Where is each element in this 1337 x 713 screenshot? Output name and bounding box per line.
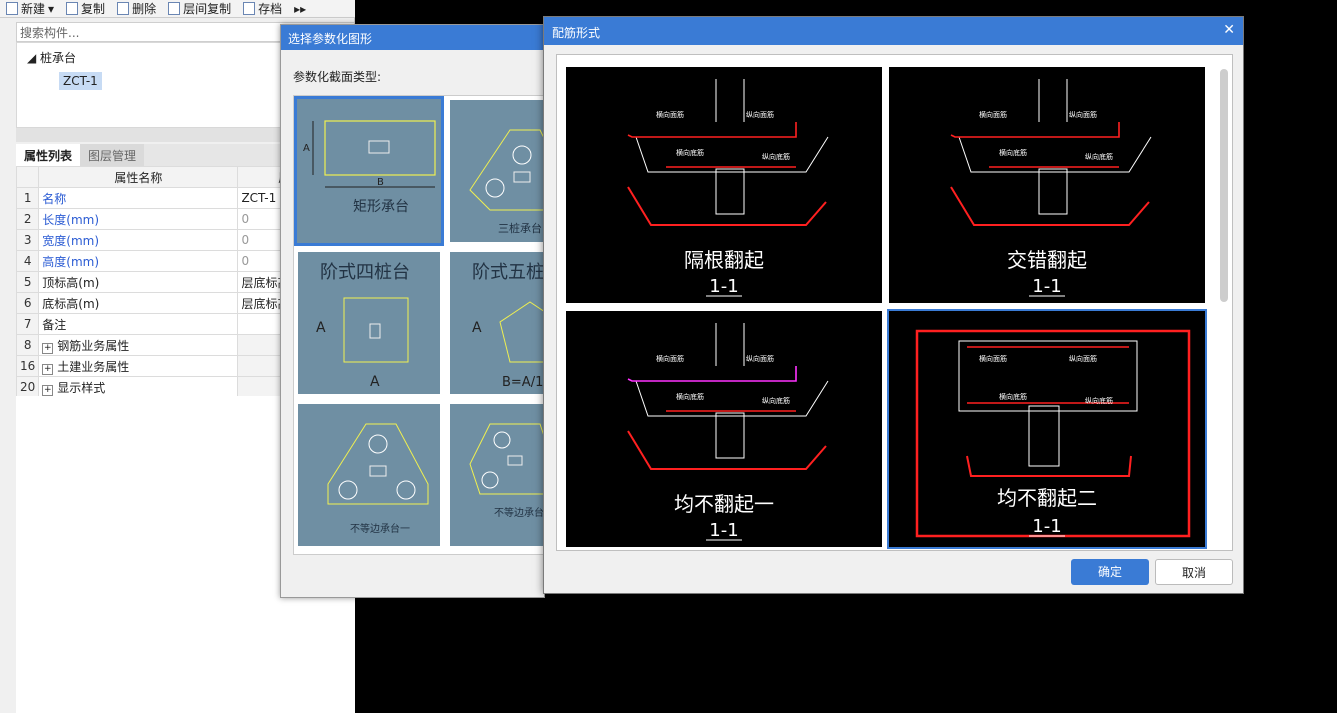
svg-text:阶式五桩台: 阶式五桩台 [472,262,546,283]
shape-uneq-one[interactable]: 不等边承台一 [294,400,444,550]
rebar-form-dialog: 配筋形式 ✕ 横向面筋 纵向面筋 横向底筋 纵向底筋 隔根翻起 1-1 横向面筋 纵向面筋 横向底… [543,16,1244,594]
cad-label: 纵向底筋 [1085,396,1113,405]
save-icon [243,2,256,15]
option-name: 均不翻起二 [997,486,1097,510]
expand-icon[interactable]: + [42,342,54,354]
option-name: 均不翻起一 [674,492,774,516]
section-label: 1-1 [709,276,738,297]
cad-label: 横向面筋 [979,354,1007,363]
delete-button[interactable]: 删除 [111,0,162,18]
cad-label: 纵向面筋 [746,110,774,119]
cad-label: 纵向底筋 [762,396,790,405]
rebar-option[interactable]: 横向面筋 纵向面筋横向底筋 纵向底筋均不翻起一 1-1 [566,311,882,547]
cad-label: 纵向面筋 [1069,110,1097,119]
cad-label: 横向面筋 [979,110,1007,119]
tab-layers[interactable]: 图层管理 [80,144,145,166]
rebar-options: 横向面筋 纵向面筋 横向底筋 纵向底筋 隔根翻起 1-1 横向面筋 纵向面筋 横向底筋 纵向底筋交… [556,54,1233,551]
svg-text:不等边承台: 不等边承台 [494,506,544,519]
section-label: 1-1 [1032,516,1061,537]
more-icon[interactable]: ▸▸ [288,0,312,18]
svg-text:B: B [377,177,384,188]
tree-root[interactable]: ◢ 桩承台 [27,49,76,66]
new-icon [6,2,18,15]
svg-text:三桩承台: 三桩承台 [498,221,542,235]
expand-icon[interactable]: + [42,384,54,396]
cad-label: 横向底筋 [676,148,704,157]
ok-button[interactable]: 确定 [1071,559,1149,585]
param-shape-dialog: 选择参数化图形 参数化截面类型: A B 矩形承台 三桩承台 阶式四桩台 A A… [280,24,546,598]
col-name: 属性名称 [38,166,239,188]
floor-copy-icon [168,2,181,15]
shape-grid: A B 矩形承台 三桩承台 阶式四桩台 A A 阶式五桩 A B=A/1 不等边… [293,95,546,555]
floor-copy-button[interactable]: 层间复制 [162,0,237,18]
cad-label: 横向底筋 [999,148,1027,157]
shape-rect[interactable]: A B 矩形承台 [294,96,444,246]
cad-label: 横向面筋 [656,354,684,363]
rebar-option[interactable]: 横向面筋 纵向面筋横向底筋 纵向底筋均不翻起二 1-1 [887,309,1207,549]
svg-text:A: A [472,320,482,336]
svg-text:阶式四桩台: 阶式四桩台 [320,262,410,283]
toolbar: 新建 ▾ 复制 删除 层间复制 存档 ▸▸ [0,0,355,18]
copy-icon [66,2,79,15]
cad-label: 纵向面筋 [746,354,774,363]
tab-properties[interactable]: 属性列表 [16,144,81,166]
rebar-option[interactable]: 横向面筋 纵向面筋横向底筋 纵向底筋隔根翻起 1-1 [566,67,882,303]
shape-three-pile[interactable]: 三桩承台 [446,96,545,246]
option-name: 隔根翻起 [684,248,764,272]
svg-text:矩形承台: 矩形承台 [353,199,409,215]
expand-icon[interactable]: + [42,363,54,375]
svg-text:A: A [316,320,326,336]
delete-icon [117,2,130,15]
cad-label: 横向底筋 [999,392,1027,401]
section-label: 1-1 [1032,276,1061,297]
close-icon[interactable]: ✕ [1223,22,1235,38]
shape-step-five[interactable]: 阶式五桩台 A B=A/1 [446,248,546,398]
dialog-title[interactable]: 选择参数化图形 [281,25,544,50]
dialog-title[interactable]: 配筋形式 ✕ [544,17,1243,45]
svg-text:A: A [303,143,310,154]
svg-text:不等边承台一: 不等边承台一 [350,522,410,535]
section-type-label: 参数化截面类型: [293,70,382,84]
cad-label: 纵向底筋 [1085,152,1113,161]
cad-label: 横向底筋 [676,392,704,401]
save-button[interactable]: 存档 [237,0,288,18]
cancel-button[interactable]: 取消 [1155,559,1233,585]
new-button[interactable]: 新建 ▾ [0,0,60,18]
section-label: 1-1 [709,520,738,541]
option-name: 交错翻起 [1007,248,1087,272]
rebar-option[interactable]: 横向面筋 纵向面筋横向底筋 纵向底筋交错翻起 1-1 [889,67,1205,303]
cad-label: 横向面筋 [656,110,684,119]
cad-label: 纵向面筋 [1069,354,1097,363]
shape-uneq[interactable]: 不等边承台 [446,400,545,550]
scrollbar[interactable] [1220,69,1228,302]
shape-step-four[interactable]: 阶式四桩台 A A [294,248,444,398]
cad-label: 纵向底筋 [762,152,790,161]
svg-text:A: A [370,374,380,390]
copy-button[interactable]: 复制 [60,0,111,18]
tree-item-selected[interactable]: ZCT-1 [59,72,102,90]
svg-text:B=A/1: B=A/1 [502,375,543,390]
